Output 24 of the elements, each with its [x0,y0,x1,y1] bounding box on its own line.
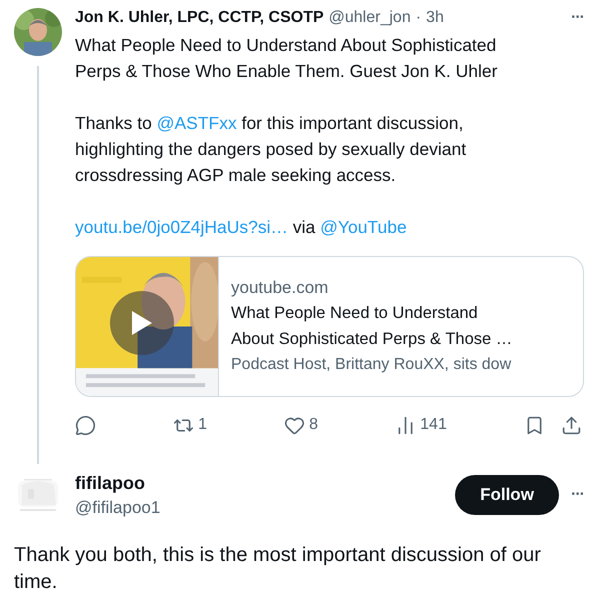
post-text: Thanks to @ASTFxx for this important discussion, highlighting the dangers posed by sexually deviant crossdressing AGP male seeking access. [75,112,468,187]
heart-icon[interactable] [284,414,306,436]
count: 141 [420,415,447,435]
share-icon[interactable] [560,414,582,436]
author-name[interactable]: fifilapoo [75,470,456,496]
author-handle[interactable]: @uhler_jon [328,6,411,30]
link-card[interactable]: youtube.com What People Need to Understand About Sophisticated Perps & Those … Podcast Host, Brittany RouXX, sits dow [75,256,584,397]
author-name[interactable]: Jon K. Uhler, LPC, CCTP, CSOTP [75,6,324,30]
reply-icon[interactable] [75,414,96,436]
card-description: Podcast Host, Brittany RouXX, sits dow [231,354,512,374]
card-title: What People Need to Understand About Sophisticated Perps & Those … [231,302,512,350]
play-icon [130,309,154,337]
count: 1 [198,415,208,435]
post-time[interactable]: 3h [426,6,444,30]
more-button[interactable]: ··· [571,6,584,30]
card-domain: youtube.com [231,276,330,298]
follow-button[interactable]: Follow [455,475,560,515]
reply-text: Thank you both, this is the most important discussion of our time. [13,543,542,595]
post-text: youtu.be/0jo0Z4jHaUs?si… via @YouTube [75,216,408,239]
post-text: What People Need to Understand About Sophisticated Perps & Those Who Enable Them. Guest Jon K. Uhler [75,34,498,83]
more-button[interactable]: ··· [571,483,584,507]
author-handle[interactable]: @fifilapoo1 [75,496,456,520]
separator: · [416,8,422,28]
count: 8 [309,415,318,435]
